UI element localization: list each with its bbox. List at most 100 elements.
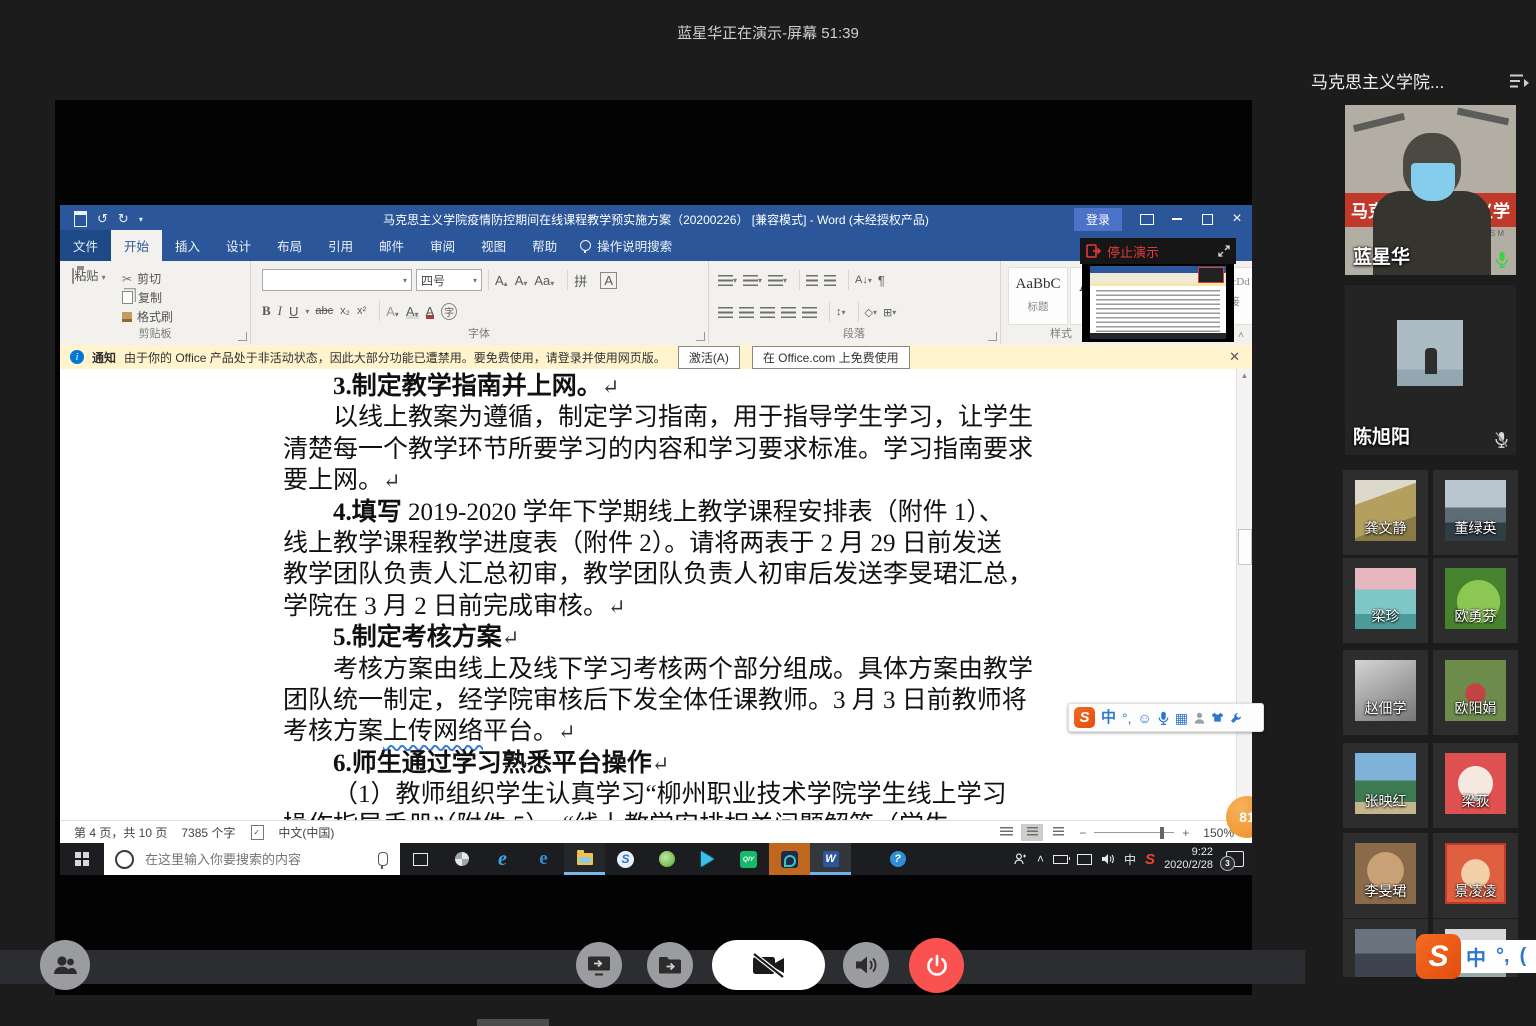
sogou-logo-icon[interactable]: S [1074,707,1095,728]
zoom-out-icon[interactable]: − [1079,826,1086,840]
iqiyi-icon[interactable]: QIY [728,843,769,875]
read-mode-button[interactable] [995,824,1017,841]
stop-share-label[interactable]: 停止演示 [1107,242,1159,261]
ie-browser-icon[interactable]: e [482,843,523,875]
word-count[interactable]: 7385 个字 [181,824,235,841]
ime-punct-toggle[interactable]: °, [1122,711,1132,725]
underline-button[interactable]: U [289,304,298,319]
meeting-app-icon[interactable] [769,843,810,875]
change-case-button[interactable]: Aa▾ [534,273,554,288]
battery-icon[interactable] [1053,855,1068,864]
subscript-button[interactable]: x₂ [340,305,350,317]
participant-tile[interactable]: 景凌凌 [1433,833,1518,918]
ime-punct-toggle[interactable]: °, [1496,945,1510,968]
video-player-icon[interactable] [687,843,728,875]
participant-tile[interactable]: 李旻珺 [1343,833,1428,918]
360-browser-icon[interactable] [646,843,687,875]
tab-home[interactable]: 开始 [111,230,162,261]
tab-mailings[interactable]: 邮件 [366,230,417,261]
expand-icon[interactable] [1218,245,1230,257]
scroll-up-icon[interactable]: ▲ [1237,369,1252,382]
ime-mode-toggle[interactable]: 中 [1466,942,1486,971]
ribbon-display-options-icon[interactable] [1132,205,1162,233]
end-meeting-button[interactable] [909,938,964,993]
participant-tile[interactable]: 欧阳娟 [1433,650,1518,735]
vertical-scrollbar[interactable]: ▲ [1236,369,1252,820]
taskbar-search[interactable] [104,843,400,875]
font-dialog-launcher[interactable] [696,332,705,341]
paste-button[interactable]: 粘贴 ▾ [68,267,110,325]
screen-share-button[interactable] [576,942,622,988]
collapse-ribbon-icon[interactable]: ˄ [1238,330,1244,341]
sort-button[interactable]: A↓▾ [855,274,872,286]
tab-layout[interactable]: 布局 [264,230,315,261]
superscript-button[interactable]: x² [357,305,366,317]
sogou-tray-icon[interactable]: S [1145,851,1155,868]
align-center-button[interactable] [739,307,754,318]
tab-insert[interactable]: 插入 [162,230,213,261]
participant-tile[interactable]: 赵佃学 [1343,650,1428,735]
justify-button[interactable] [781,307,796,318]
ime-mode-toggle[interactable]: 中 [1101,710,1116,725]
ime-toolbox-icon[interactable] [1230,712,1242,724]
format-painter-button[interactable]: 格式刷 [122,307,173,326]
document-area[interactable]: 3.制定教学指南并上网。↵ 以线上教案为遵循，制定学习指南，用于指导学生学习，让… [60,369,1252,820]
grow-font-button[interactable]: A▴ [495,273,508,288]
zoom-slider[interactable] [1094,832,1174,834]
participant-video[interactable]: 马克义学 MARXISM 蓝星华 [1345,105,1516,275]
network-icon[interactable] [1077,854,1092,865]
ime-paren[interactable]: ( [1520,945,1527,968]
file-explorer-icon[interactable] [564,843,605,875]
bold-button[interactable]: B [262,303,271,319]
ime-voice-icon[interactable] [1158,711,1169,725]
multilevel-list-button[interactable]: ▾ [768,275,787,286]
increase-indent-button[interactable] [824,275,836,286]
word-close-button[interactable]: × [1222,205,1252,233]
align-right-button[interactable] [760,307,775,318]
camera-toggle-button[interactable] [712,940,825,990]
undo-icon[interactable]: ↺ [97,211,108,227]
italic-button[interactable]: I [278,303,282,319]
shading-button[interactable]: ◇▾ [865,306,877,319]
tab-review[interactable]: 审阅 [417,230,468,261]
character-border-button[interactable]: A [600,272,617,289]
participant-tile[interactable]: 欧勇芬 [1433,558,1518,643]
clock[interactable]: 9:222020/2/28 [1164,846,1213,872]
font-name-select[interactable]: ▾ [262,269,412,291]
notification-close-icon[interactable]: ✕ [1229,349,1240,365]
participant-tile[interactable]: 张映红 [1343,743,1428,828]
participant-list-icon[interactable] [1509,73,1531,89]
ime-mode-indicator[interactable]: 中 [1124,851,1136,868]
office-free-button[interactable]: 在 Office.com 上免费使用 [752,346,910,369]
participant-tile[interactable]: 董绿英 [1433,470,1518,555]
sogou-browser-icon[interactable]: S [605,843,646,875]
share-file-button[interactable] [647,942,693,988]
help-icon[interactable]: ? [877,843,918,875]
style-card[interactable]: AaBbC标题 [1008,267,1068,325]
web-layout-button[interactable] [1047,824,1069,841]
print-layout-button[interactable] [1021,824,1043,841]
participants-button[interactable] [40,940,90,990]
pinwheel-app-icon[interactable] [441,843,482,875]
share-preview-thumbnail[interactable] [1082,264,1234,342]
ime-account-icon[interactable] [1194,712,1205,724]
distribute-button[interactable] [802,307,817,318]
search-input[interactable] [143,851,378,868]
text-effects-button[interactable]: A▾ [386,304,399,319]
participant-tile[interactable]: 梁荻 [1433,743,1518,828]
ime-skin-icon[interactable] [1211,712,1224,723]
action-center-icon[interactable]: 3 [1226,851,1244,867]
ime-emoji-icon[interactable]: ☺ [1138,711,1152,725]
word-maximize-button[interactable] [1192,205,1222,233]
tab-references[interactable]: 引用 [315,230,366,261]
people-icon[interactable] [1014,853,1028,865]
tab-design[interactable]: 设计 [213,230,264,261]
font-color-button[interactable]: A [426,304,435,319]
tab-help[interactable]: 帮助 [519,230,570,261]
word-app-icon[interactable]: W [810,843,851,875]
tab-file[interactable]: 文件 [60,230,111,261]
font-size-select[interactable]: 四号▾ [416,269,482,291]
qat-dropdown-icon[interactable]: ▾ [139,215,143,224]
numbering-button[interactable]: ▾ [743,275,762,286]
scrollbar-thumb[interactable] [1238,529,1252,565]
